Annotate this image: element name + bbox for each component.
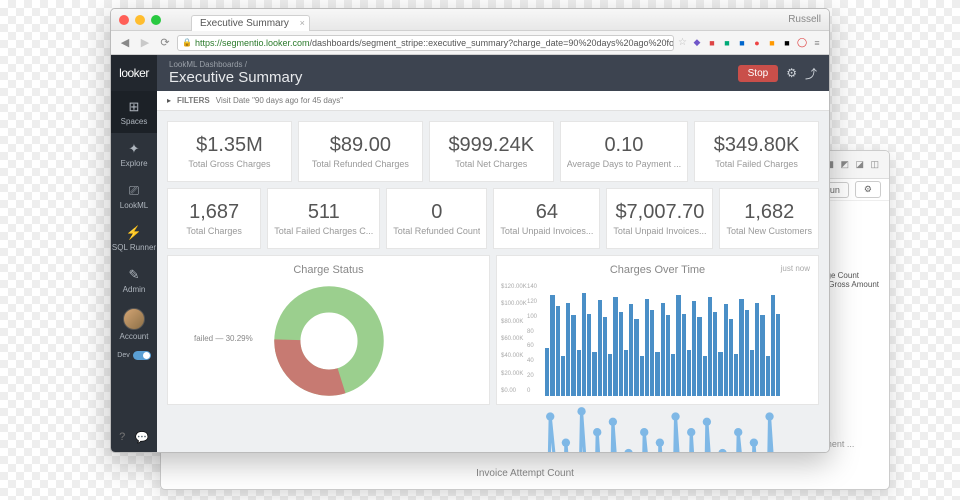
- tile-failed-count[interactable]: 511Total Failed Charges C...: [267, 188, 380, 249]
- browser-window: Executive Summary × Russell ◀ ▶ ⟳ 🔒 http…: [110, 8, 830, 453]
- sidebar-item-explore[interactable]: ✦ Explore: [111, 133, 157, 175]
- extension-icons: ◆ ■ ■ ■ ● ■ ■ ◯ ≡: [691, 37, 823, 49]
- stop-button[interactable]: Stop: [738, 65, 779, 82]
- tile-refunded-count[interactable]: 0Total Refunded Count: [386, 188, 487, 249]
- tile-unpaid-invoices-amount[interactable]: $7,007.70Total Unpaid Invoices...: [606, 188, 713, 249]
- filters-label: FILTERS: [177, 96, 210, 105]
- tiles-row-1: $1.35MTotal Gross Charges $89.00Total Re…: [167, 121, 819, 182]
- back-button[interactable]: ◀: [117, 35, 133, 51]
- tab-title: Executive Summary: [200, 18, 289, 29]
- maximize-icon[interactable]: [151, 15, 161, 25]
- bar-chart: [545, 286, 780, 396]
- share-icon[interactable]: ⤴: [805, 65, 817, 82]
- bg-bottom-label: Invoice Attempt Count: [476, 468, 574, 479]
- star-icon[interactable]: ☆: [678, 37, 687, 48]
- sidebar-item-account[interactable]: Account: [111, 301, 157, 343]
- sidebar: looker ⊞ Spaces ✦ Explore ⎚ LookML ⚡ SQL…: [111, 55, 157, 452]
- tile-failed-charges[interactable]: $349.80KTotal Failed Charges: [694, 121, 819, 182]
- sidebar-item-sql[interactable]: ⚡ SQL Runner: [111, 217, 157, 259]
- chevron-right-icon: ▸: [167, 96, 171, 105]
- tile-new-customers[interactable]: 1,682Total New Customers: [719, 188, 819, 249]
- ext-icon[interactable]: ◯: [796, 37, 808, 49]
- bg-gear-button[interactable]: ⚙: [855, 181, 881, 198]
- sidebar-item-lookml[interactable]: ⎚ LookML: [111, 175, 157, 217]
- window-titlebar: Executive Summary × Russell: [111, 9, 829, 31]
- wrench-icon: ✎: [129, 267, 140, 283]
- help-icon[interactable]: ?: [119, 431, 125, 444]
- sidebar-item-label: Explore: [120, 159, 147, 168]
- dev-mode-toggle[interactable]: Dev: [117, 351, 150, 360]
- sidebar-item-spaces[interactable]: ⊞ Spaces: [111, 91, 157, 133]
- code-icon: ⎚: [129, 183, 139, 199]
- donut-slice-label: failed — 30.29%: [194, 334, 253, 343]
- chart-title: Charge Status: [176, 264, 481, 276]
- tile-total-charges[interactable]: 1,687Total Charges: [167, 188, 261, 249]
- toggle-switch[interactable]: [133, 351, 151, 360]
- main-content: LookML Dashboards / Executive Summary St…: [157, 55, 829, 452]
- forward-button[interactable]: ▶: [137, 35, 153, 51]
- close-icon[interactable]: [119, 15, 129, 25]
- page-header: LookML Dashboards / Executive Summary St…: [157, 55, 829, 91]
- ext-icon[interactable]: ●: [751, 37, 763, 49]
- compass-icon: ✦: [129, 141, 140, 157]
- chart-charge-status[interactable]: Charge Status failed — 30.29%: [167, 255, 490, 405]
- grid-icon: ⊞: [129, 99, 140, 115]
- lock-icon: 🔒: [182, 38, 192, 47]
- sidebar-item-admin[interactable]: ✎ Admin: [111, 259, 157, 301]
- tile-gross-charges[interactable]: $1.35MTotal Gross Charges: [167, 121, 292, 182]
- page-title: Executive Summary: [169, 69, 302, 86]
- ext-icon[interactable]: ■: [781, 37, 793, 49]
- sidebar-item-label: SQL Runner: [112, 243, 156, 252]
- sidebar-item-label: LookML: [120, 201, 148, 210]
- bolt-icon: ⚡: [126, 225, 142, 241]
- minimize-icon[interactable]: [135, 15, 145, 25]
- reload-button[interactable]: ⟳: [157, 35, 173, 51]
- ext-icon[interactable]: ■: [766, 37, 778, 49]
- profile-name: Russell: [788, 14, 821, 25]
- tile-avg-days-payment[interactable]: 0.10Average Days to Payment ...: [560, 121, 688, 182]
- donut-chart: [274, 286, 384, 396]
- gear-icon[interactable]: ⚙: [786, 66, 797, 80]
- url-input[interactable]: 🔒 https://segmentio.looker.com/dashboard…: [177, 35, 674, 51]
- menu-icon[interactable]: ≡: [811, 37, 823, 49]
- address-bar: ◀ ▶ ⟳ 🔒 https://segmentio.looker.com/das…: [111, 31, 829, 55]
- breadcrumb[interactable]: LookML Dashboards /: [169, 60, 302, 69]
- dashboard-body: $1.35MTotal Gross Charges $89.00Total Re…: [157, 111, 829, 452]
- filter-bar[interactable]: ▸ FILTERS Visit Date "90 days ago for 45…: [157, 91, 829, 111]
- tab-close-icon[interactable]: ×: [300, 18, 305, 28]
- ext-icon[interactable]: ◆: [691, 37, 703, 49]
- ext-icon[interactable]: ■: [736, 37, 748, 49]
- sidebar-item-label: Admin: [123, 285, 146, 294]
- chat-icon[interactable]: 💬: [135, 431, 149, 444]
- chart-charges-over-time[interactable]: Charges Over Time just now $120.00K$100.…: [496, 255, 819, 405]
- sidebar-item-label: Spaces: [121, 117, 148, 126]
- tile-unpaid-invoices[interactable]: 64Total Unpaid Invoices...: [493, 188, 600, 249]
- ext-icon[interactable]: ■: [721, 37, 733, 49]
- sidebar-item-label: Account: [120, 332, 149, 341]
- chart-title: Charges Over Time: [505, 264, 810, 276]
- ext-icon[interactable]: ■: [706, 37, 718, 49]
- browser-tab[interactable]: Executive Summary ×: [191, 15, 310, 31]
- tile-refunded-charges[interactable]: $89.00Total Refunded Charges: [298, 121, 423, 182]
- tile-net-charges[interactable]: $999.24KTotal Net Charges: [429, 121, 554, 182]
- chart-timestamp: just now: [781, 264, 810, 273]
- y-axis-right: 140120100806040200: [527, 284, 537, 394]
- filter-text: Visit Date "90 days ago for 45 days": [216, 96, 343, 105]
- y-axis-left: $120.00K$100.00K$80.00K$60.00K$40.00K$20…: [501, 284, 527, 394]
- tiles-row-2: 1,687Total Charges 511Total Failed Charg…: [167, 188, 819, 249]
- avatar: [123, 308, 145, 330]
- logo[interactable]: looker: [111, 55, 157, 91]
